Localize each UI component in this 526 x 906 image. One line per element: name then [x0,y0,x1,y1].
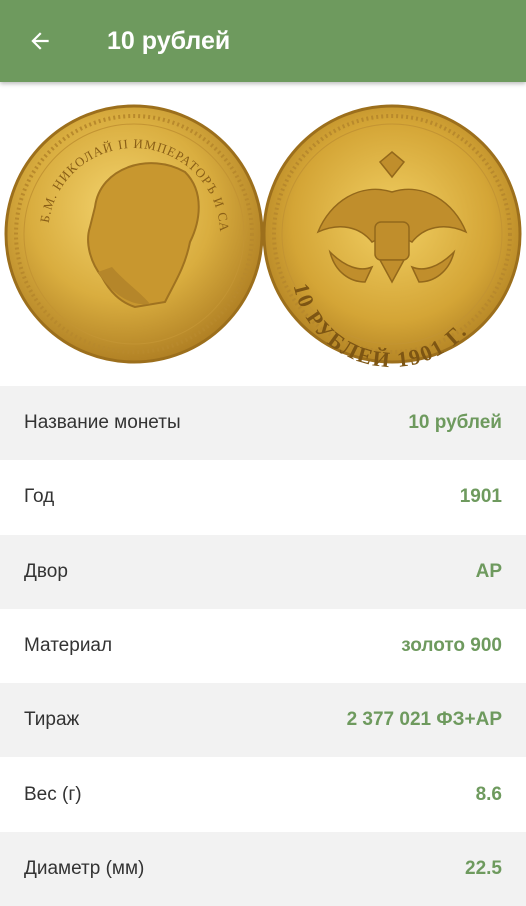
detail-label: Тираж [24,709,80,731]
detail-value: золото 900 [401,635,502,657]
detail-row-mint: Двор АР [0,534,526,609]
details-list: Название монеты 10 рублей Год 1901 Двор … [0,386,526,906]
detail-label: Диаметр (мм) [24,857,145,879]
detail-row-name: Название монеты 10 рублей [0,386,526,461]
app-bar: 10 рублей [0,0,526,82]
detail-value: 22.5 [465,857,502,879]
coin-reverse: 10 РУБЛЕЙ 1901 Г. [262,104,522,372]
detail-value: 10 рублей [408,412,502,434]
back-button[interactable] [0,0,80,82]
arrow-left-icon [31,32,49,50]
detail-row-weight: Вес (г) 8.6 [0,757,526,832]
page-title: 10 рублей [107,26,231,55]
detail-row-diameter: Диаметр (мм) 22.5 [0,831,526,906]
detail-value: 2 377 021 ФЗ+АР [346,709,502,731]
coin-images: Б.М. НИКОЛАЙ II ИМПЕРАТОРЪ И САМОДЕРЖЕЦЪ… [0,70,526,386]
detail-row-mintage: Тираж 2 377 021 ФЗ+АР [0,683,526,758]
detail-row-material: Материал золото 900 [0,608,526,684]
detail-value: АР [475,560,502,582]
detail-row-year: Год 1901 [0,460,526,535]
detail-label: Название монеты [24,412,181,434]
detail-label: Материал [24,635,113,657]
detail-value: 1901 [459,486,502,508]
coin-obverse: Б.М. НИКОЛАЙ II ИМПЕРАТОРЪ И САМОДЕРЖЕЦЪ… [0,70,264,364]
detail-value: 8.6 [475,783,502,805]
detail-label: Год [24,486,55,508]
detail-label: Двор [24,560,68,582]
detail-label: Вес (г) [24,783,82,805]
